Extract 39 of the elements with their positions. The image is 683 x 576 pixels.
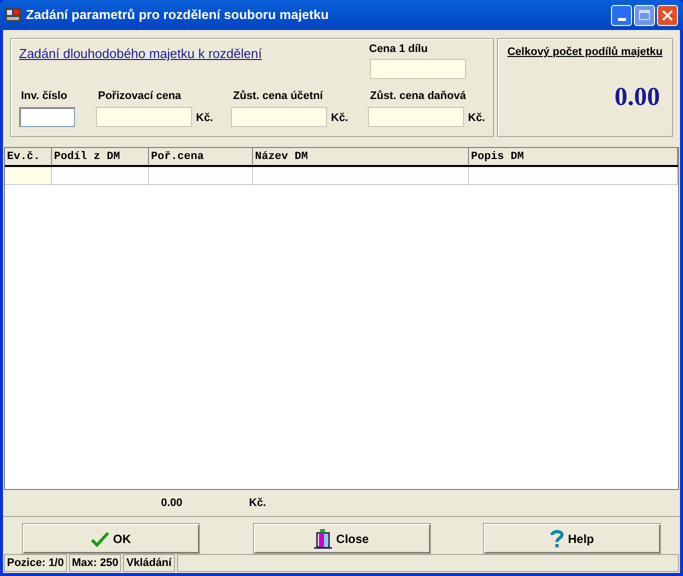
field-label: Pořizovací cena (98, 89, 182, 104)
table-cell[interactable] (5, 167, 52, 184)
minimize-button[interactable] (611, 4, 632, 26)
input-field[interactable] (370, 59, 466, 79)
input-field[interactable] (231, 107, 327, 127)
close-icon (662, 10, 673, 20)
ok-button[interactable]: OK (22, 523, 200, 554)
help-button[interactable]: Help (483, 523, 661, 554)
column-header[interactable]: Ev.č. (5, 148, 52, 165)
field-label: Zůst. cena daňová (370, 89, 466, 104)
status-text: Vkládání (123, 554, 175, 572)
question-mark-icon (550, 528, 564, 548)
checkmark-icon (91, 530, 109, 546)
section-heading-link[interactable]: Zadání dlouhodobého majetku k rozdělení (19, 44, 262, 64)
sum-value: 0.00 (161, 496, 182, 511)
total-value: 0.00 (614, 80, 660, 112)
currency-label: Kč. (468, 111, 486, 126)
input-field[interactable] (96, 107, 192, 127)
door-icon (314, 528, 332, 548)
close-button[interactable] (657, 4, 678, 26)
column-header[interactable]: Poř.cena (149, 148, 253, 165)
input-field[interactable] (19, 107, 75, 127)
field-label: Inv. číslo (21, 89, 68, 104)
app-icon (5, 7, 21, 23)
field-label: Cena 1 dílu (369, 42, 428, 57)
maximize-button[interactable] (634, 4, 655, 26)
currency-label: Kč. (249, 496, 266, 511)
currency-label: Kč. (196, 111, 214, 126)
field-label: Zůst. cena účetní (233, 89, 323, 104)
column-header[interactable]: Název DM (253, 148, 469, 165)
column-header[interactable]: Podíl z DM (52, 148, 149, 165)
status-text: Max: 250 (68, 554, 122, 572)
input-field[interactable] (368, 107, 464, 127)
column-header[interactable]: Popis DM (469, 148, 678, 165)
currency-label: Kč. (331, 111, 348, 126)
close-button[interactable]: Close (252, 523, 430, 554)
status-text: Pozice: 1/0 (4, 554, 67, 572)
panel-title: Celkový počet podílů majetku (507, 45, 663, 60)
window-title: Zadání parametrů pro rozdělení souboru majetku (26, 6, 330, 24)
